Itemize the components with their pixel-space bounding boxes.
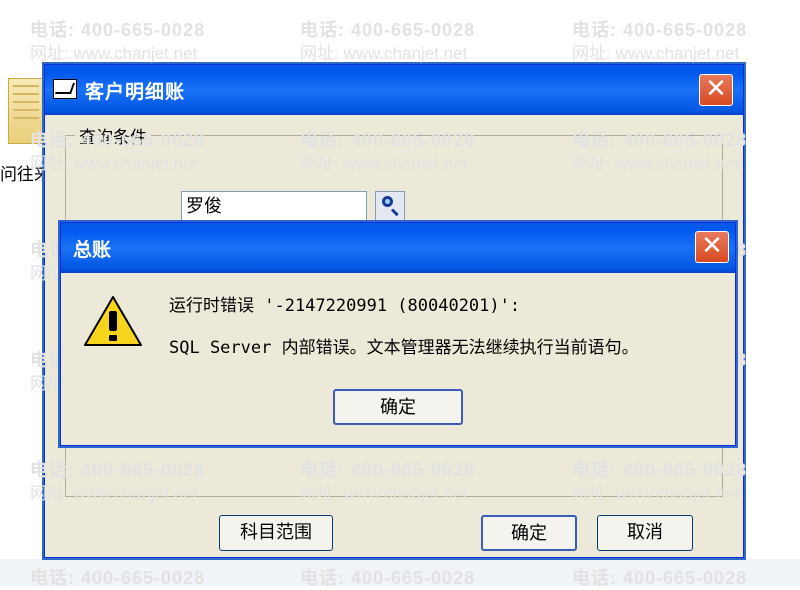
watermark: 电话: 400-665-0028网址: www.chanjet.net (300, 20, 476, 63)
error-message-code: 运行时错误 '-2147220991 (80040201)': (169, 296, 521, 316)
app-icon (53, 79, 77, 99)
ok-button[interactable]: 确定 (481, 515, 577, 551)
query-conditions-label: 查询条件 (75, 123, 151, 148)
cancel-button[interactable]: 取消 (597, 515, 693, 551)
dialog-titlebar[interactable]: 总账 ✕ (61, 223, 735, 273)
window-close-button[interactable]: ✕ (699, 74, 733, 106)
desktop-folder-icon[interactable] (0, 78, 44, 144)
watermark: 电话: 400-665-0028网址: www.chanjet.net (572, 20, 748, 63)
warning-icon (84, 296, 142, 346)
search-button[interactable] (375, 191, 405, 221)
customer-search-input[interactable]: 罗俊 (181, 191, 367, 221)
error-message-detail: SQL Server 内部错误。文本管理器无法继续执行当前语句。 (169, 338, 639, 358)
dialog-title: 总账 (73, 239, 112, 261)
dialog-close-button[interactable]: ✕ (695, 231, 729, 263)
window-titlebar[interactable]: 客户明细账 ✕ (45, 65, 743, 115)
subject-scope-button[interactable]: 科目范围 (219, 515, 333, 551)
watermark: 电话: 400-665-0028网址: www.chanjet.net (30, 20, 206, 63)
window-title: 客户明细账 (85, 81, 186, 103)
dialog-ok-button[interactable]: 确定 (333, 389, 463, 425)
error-dialog: 总账 ✕ 运行时错误 '-2147220991 (80040201)': SQL… (60, 222, 736, 446)
taskbar-strip (0, 559, 800, 586)
